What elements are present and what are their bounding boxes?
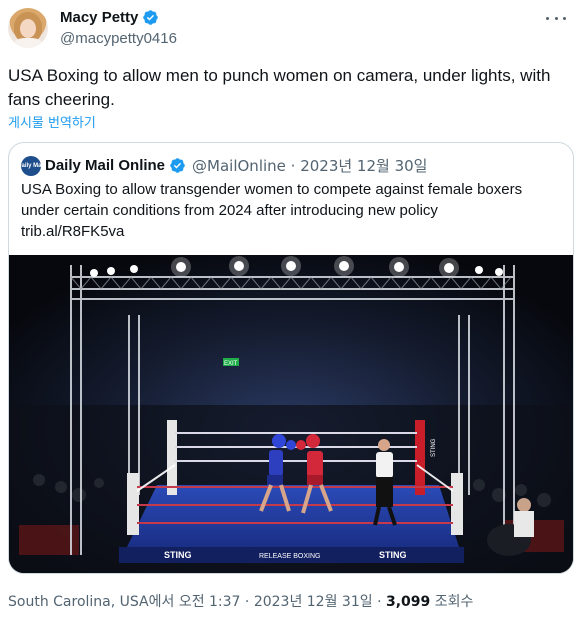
ring-apron-center: RELEASE BOXING [259,553,320,560]
tweet: Macy Petty @macypetty0416 USA Boxing to … [0,0,580,620]
views-count: 3,099 [385,594,431,610]
author-name-row[interactable]: Macy Petty [60,9,159,26]
quoted-tweet-text: USA Boxing to allow transgender women to… [21,179,561,242]
quoted-text-line: USA Boxing to allow transgender women to… [21,181,523,198]
corner-post-text: STING [431,438,437,457]
translate-link[interactable]: 게시물 번역하기 [8,112,96,131]
author-handle[interactable]: @macypetty0416 [60,30,177,47]
quoted-media-image[interactable]: EXIT STING RELEASE BOXING STING STING [9,255,573,573]
quoted-author-name[interactable]: Daily Mail Online [45,157,165,174]
views-label: 조회수 [430,594,474,610]
ring-banner-right: STING [379,550,407,560]
quoted-tweet[interactable]: Daily Mail Daily Mail Online @MailOnline… [8,142,574,574]
author-avatar[interactable] [8,8,48,48]
tweet-footer: South Carolina, USA에서 오전 1:37 · 2023년 12… [8,591,473,611]
quoted-author-avatar[interactable]: Daily Mail [17,155,45,176]
exit-sign-text: EXIT [224,361,238,367]
verified-badge-icon [143,10,159,25]
quoted-text-line: under certain conditions from 2024 after… [21,202,438,219]
tweet-meta[interactable]: South Carolina, USA에서 오전 1:37 · 2023년 12… [8,594,386,610]
tweet-text: USA Boxing to allow men to punch women o… [8,66,551,109]
quoted-handle-date[interactable]: @MailOnline · 2023년 12월 30일 [192,155,427,176]
ring-banner-left: STING [164,550,192,560]
verified-badge-icon [170,158,185,173]
quoted-link[interactable]: trib.al/R8FK5va [21,221,561,242]
boxing-ring-photo: EXIT STING RELEASE BOXING STING STING [9,255,573,573]
quoted-tweet-header: Daily Mail Daily Mail Online @MailOnline… [17,155,427,176]
more-options-icon[interactable] [546,10,566,26]
author-display-name[interactable]: Macy Petty [60,9,138,26]
